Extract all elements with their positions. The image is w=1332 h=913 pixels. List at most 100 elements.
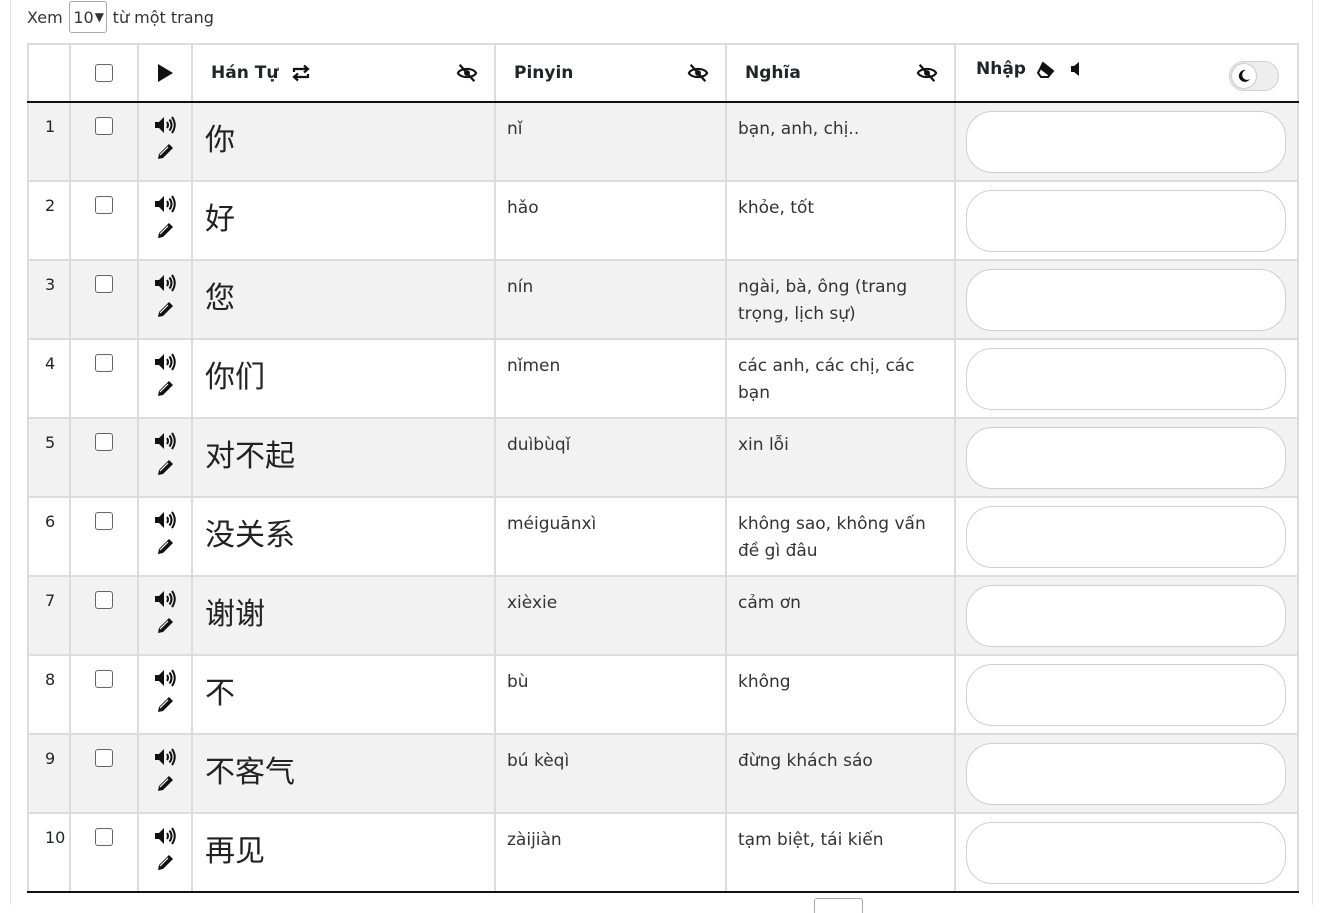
- speaker-icon[interactable]: [154, 826, 176, 846]
- row-number: 9: [45, 749, 56, 768]
- row-select-cell: [69, 733, 139, 814]
- pinyin-cell: nǐmen: [494, 338, 727, 419]
- pencil-icon[interactable]: [154, 220, 176, 240]
- eye-slash-icon[interactable]: [456, 62, 478, 84]
- pencil-icon[interactable]: [154, 615, 176, 635]
- pencil-icon[interactable]: [154, 852, 176, 872]
- answer-input[interactable]: [966, 506, 1286, 568]
- eraser-icon[interactable]: [1036, 61, 1056, 79]
- answer-input[interactable]: [966, 743, 1286, 805]
- row-select-cell: [69, 417, 139, 498]
- header-han-tu[interactable]: Hán Tự: [191, 43, 496, 103]
- meaning-text: các anh, các chị, các bạn: [738, 356, 915, 403]
- play-icon[interactable]: [156, 63, 174, 83]
- hanzi-text: 你们: [205, 360, 265, 395]
- speaker-icon[interactable]: [154, 431, 176, 451]
- swap-icon[interactable]: [290, 64, 312, 82]
- eye-slash-icon[interactable]: [687, 62, 709, 84]
- speaker-icon[interactable]: [154, 589, 176, 609]
- pencil-icon[interactable]: [154, 141, 176, 161]
- row-index: 1: [27, 101, 71, 182]
- row-number: 5: [45, 433, 56, 452]
- page-length-select[interactable]: 10 ▼: [68, 1, 107, 33]
- header-nghia[interactable]: Nghĩa: [725, 43, 956, 103]
- speaker-icon[interactable]: [154, 115, 176, 135]
- hanzi-text: 不客气: [205, 755, 295, 790]
- pinyin-cell: hǎo: [494, 180, 727, 261]
- speaker-icon[interactable]: [154, 352, 176, 372]
- hanzi-cell: 您: [191, 259, 496, 340]
- meaning-cell: bạn, anh, chị..: [725, 101, 956, 182]
- answer-input[interactable]: [966, 269, 1286, 331]
- row-number: 2: [45, 196, 56, 215]
- volume-off-icon[interactable]: [1070, 61, 1084, 77]
- pinyin-cell: méiguānxì: [494, 496, 727, 577]
- header-play: [137, 43, 193, 103]
- row-checkbox[interactable]: [95, 196, 113, 214]
- pencil-icon[interactable]: [154, 536, 176, 556]
- row-index: 7: [27, 575, 71, 656]
- header-index: [27, 43, 71, 103]
- row-number: 10: [45, 828, 66, 847]
- pencil-icon[interactable]: [154, 378, 176, 398]
- row-checkbox[interactable]: [95, 828, 113, 846]
- speaker-icon[interactable]: [154, 668, 176, 688]
- pagination-control[interactable]: [814, 898, 863, 913]
- hanzi-cell: 你们: [191, 338, 496, 419]
- speaker-icon[interactable]: [154, 194, 176, 214]
- hanzi-text: 不: [205, 676, 235, 711]
- row-checkbox[interactable]: [95, 591, 113, 609]
- meaning-cell: không sao, không vấn đề gì đâu: [725, 496, 956, 577]
- row-checkbox[interactable]: [95, 117, 113, 135]
- hanzi-cell: 再见: [191, 812, 496, 893]
- row-actions: [137, 654, 193, 735]
- answer-input[interactable]: [966, 427, 1286, 489]
- answer-input[interactable]: [966, 664, 1286, 726]
- nhap-label: Nhập: [976, 59, 1026, 79]
- answer-input[interactable]: [966, 190, 1286, 252]
- speaker-icon[interactable]: [154, 747, 176, 767]
- row-checkbox[interactable]: [95, 433, 113, 451]
- hanzi-text: 你: [205, 123, 235, 158]
- page-length-control: Xem 10 ▼ từ một trang: [27, 0, 214, 34]
- pencil-icon[interactable]: [154, 694, 176, 714]
- row-select-cell: [69, 101, 139, 182]
- row-checkbox[interactable]: [95, 670, 113, 688]
- pinyin-cell: bú kèqì: [494, 733, 727, 814]
- pencil-icon[interactable]: [154, 457, 176, 477]
- row-number: 3: [45, 275, 56, 294]
- eye-slash-icon[interactable]: [916, 62, 938, 84]
- hanzi-text: 对不起: [205, 439, 295, 474]
- row-checkbox[interactable]: [95, 512, 113, 530]
- pencil-icon[interactable]: [154, 299, 176, 319]
- row-checkbox[interactable]: [95, 749, 113, 767]
- entry-cell: [954, 417, 1299, 498]
- table-row: 6 没关系 méiguānxì không sao, không vấn đề …: [27, 496, 1299, 577]
- meaning-text: khỏe, tốt: [738, 198, 815, 218]
- speaker-icon[interactable]: [154, 510, 176, 530]
- meaning-cell: xin lỗi: [725, 417, 956, 498]
- pinyin-text: xièxie: [507, 593, 558, 613]
- answer-input[interactable]: [966, 822, 1286, 884]
- pinyin-cell: nín: [494, 259, 727, 340]
- pinyin-text: nín: [507, 277, 534, 297]
- select-all-checkbox[interactable]: [95, 64, 113, 82]
- header-nhap: Nhập: [954, 43, 1299, 103]
- row-select-cell: [69, 812, 139, 893]
- row-actions: [137, 575, 193, 656]
- pencil-icon[interactable]: [154, 773, 176, 793]
- answer-input[interactable]: [966, 585, 1286, 647]
- entry-cell: [954, 259, 1299, 340]
- meaning-cell: tạm biệt, tái kiến: [725, 812, 956, 893]
- row-index: 4: [27, 338, 71, 419]
- pinyin-text: nǐ: [507, 119, 523, 139]
- row-checkbox[interactable]: [95, 354, 113, 372]
- row-number: 6: [45, 512, 56, 531]
- answer-input[interactable]: [966, 348, 1286, 410]
- theme-toggle[interactable]: [1229, 61, 1279, 91]
- answer-input[interactable]: [966, 111, 1286, 173]
- speaker-icon[interactable]: [154, 273, 176, 293]
- header-pinyin[interactable]: Pinyin: [494, 43, 727, 103]
- row-checkbox[interactable]: [95, 275, 113, 293]
- meaning-text: ngài, bà, ông (trang trọng, lịch sự): [738, 277, 908, 324]
